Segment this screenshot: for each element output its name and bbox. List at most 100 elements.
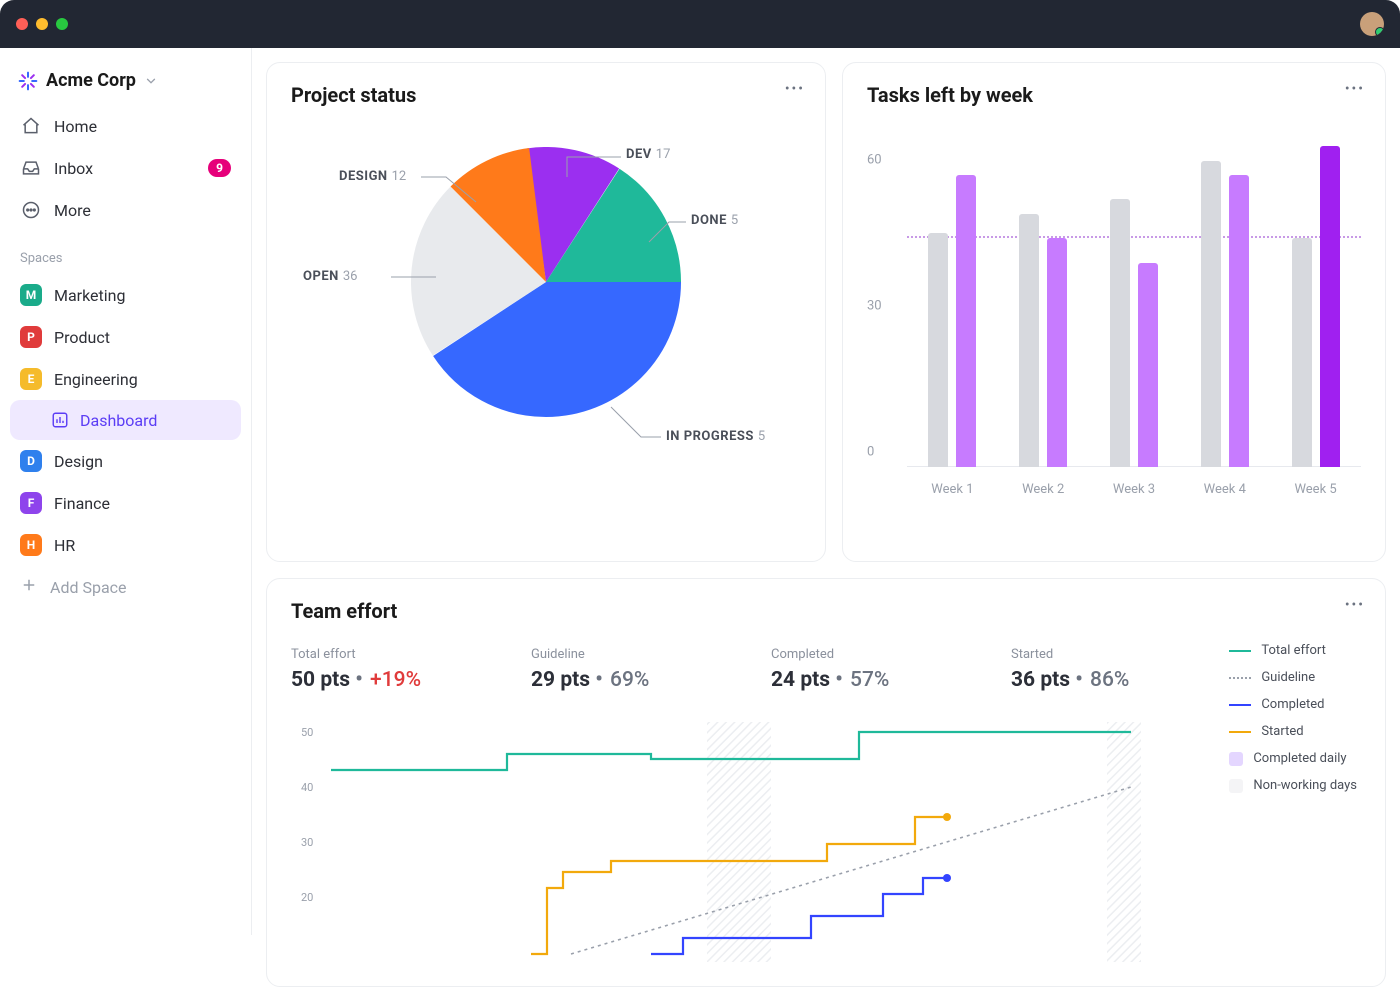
bar-group	[1292, 146, 1340, 467]
dashboard-icon	[50, 410, 70, 430]
pie-leaders	[291, 147, 811, 507]
nav-inbox[interactable]: Inbox 9	[10, 147, 241, 189]
space-label: Engineering	[54, 370, 138, 389]
nav-home-label: Home	[54, 117, 97, 136]
y-tick: 30	[867, 299, 882, 314]
inbox-badge: 9	[208, 159, 231, 177]
space-icon: P	[20, 326, 42, 348]
pie-label-design: DESIGN12	[339, 169, 406, 184]
plus-icon	[20, 576, 38, 598]
dot-started	[943, 813, 951, 821]
card-project-status: Project status ••• DEV	[266, 62, 826, 562]
main-content: Project status ••• DEV	[252, 48, 1400, 935]
pie-label-dev: DEV17	[626, 147, 670, 162]
chevron-down-icon	[144, 74, 158, 88]
more-icon	[20, 199, 42, 221]
bar	[928, 233, 948, 467]
stat-label: Completed	[771, 647, 1011, 662]
bar	[1229, 175, 1249, 467]
space-hr[interactable]: H HR	[10, 524, 241, 566]
x-labels: Week 1 Week 2 Week 3 Week 4 Week 5	[907, 482, 1361, 497]
legend-nonworking: Non-working days	[1229, 778, 1357, 793]
legend-completed: Completed	[1229, 697, 1357, 712]
bar	[1201, 161, 1221, 467]
space-finance[interactable]: F Finance	[10, 482, 241, 524]
line-chart: 50 40 30 20	[301, 722, 1141, 962]
card-more-button[interactable]: •••	[1345, 597, 1365, 613]
card-team-effort: Team effort ••• Total effort 50 pts • +1…	[266, 578, 1386, 987]
nav-home[interactable]: Home	[10, 105, 241, 147]
space-icon: F	[20, 492, 42, 514]
maximize-window-icon[interactable]	[56, 18, 68, 30]
legend-started: Started	[1229, 724, 1357, 739]
stat-value: 24 pts	[771, 668, 830, 692]
stat-started: Started 36 pts • 86%	[1011, 643, 1251, 696]
legend-guideline: Guideline	[1229, 670, 1357, 685]
space-product[interactable]: P Product	[10, 316, 241, 358]
dashboard-label: Dashboard	[80, 411, 157, 430]
stats-row: Total effort 50 pts • +19% Guideline 29 …	[291, 643, 1361, 696]
bar-group	[928, 175, 976, 467]
pie-chart: DEV17 DONE5 IN PROGRESS5 OPEN36 DESIGN12	[291, 147, 801, 417]
y-tick: 20	[301, 891, 313, 904]
workspace-logo-icon	[18, 71, 38, 91]
card-more-button[interactable]: •••	[785, 81, 805, 97]
avatar[interactable]	[1360, 12, 1384, 36]
sidebar: Acme Corp Home Inbox 9 More Spaces M Mar…	[0, 48, 252, 935]
y-tick: 50	[301, 726, 313, 739]
legend-total: Total effort	[1229, 643, 1357, 658]
space-icon: H	[20, 534, 42, 556]
nonworking-band	[1107, 722, 1141, 962]
card-more-button[interactable]: •••	[1345, 81, 1365, 97]
bar	[956, 175, 976, 467]
y-tick: 0	[867, 445, 874, 460]
bar-groups	[907, 127, 1361, 467]
minimize-window-icon[interactable]	[36, 18, 48, 30]
pie-label-open: OPEN36	[303, 269, 357, 284]
stat-value: 29 pts	[531, 668, 590, 692]
sidebar-item-dashboard[interactable]: Dashboard	[10, 400, 241, 440]
workspace-switcher[interactable]: Acme Corp	[10, 60, 241, 105]
y-tick: 40	[301, 781, 313, 794]
stat-pct: 57%	[850, 668, 889, 692]
bar	[1292, 238, 1312, 467]
pie-label-done: DONE5	[691, 213, 738, 228]
stat-pct: 69%	[610, 668, 649, 692]
add-space-button[interactable]: Add Space	[10, 566, 241, 608]
nav-more[interactable]: More	[10, 189, 241, 231]
titlebar	[0, 0, 1400, 48]
pie-label-inprogress: IN PROGRESS5	[666, 429, 765, 444]
stat-value: 36 pts	[1011, 668, 1070, 692]
legend: Total effort Guideline Completed Started…	[1229, 643, 1357, 793]
stat-label: Guideline	[531, 647, 771, 662]
bar	[1019, 214, 1039, 467]
line-completed	[651, 878, 947, 954]
nav-more-label: More	[54, 201, 91, 220]
space-design[interactable]: D Design	[10, 440, 241, 482]
stat-pct: 86%	[1090, 668, 1129, 692]
card-title: Project status	[291, 83, 801, 107]
card-title: Team effort	[291, 599, 1361, 623]
bar-group	[1019, 214, 1067, 467]
y-tick: 30	[301, 836, 313, 849]
space-label: Finance	[54, 494, 110, 513]
x-label: Week 1	[931, 482, 973, 497]
window-controls	[16, 18, 68, 30]
legend-completed-daily: Completed daily	[1229, 751, 1357, 766]
space-marketing[interactable]: M Marketing	[10, 274, 241, 316]
space-engineering[interactable]: E Engineering	[10, 358, 241, 400]
x-label: Week 4	[1204, 482, 1246, 497]
inbox-icon	[20, 157, 42, 179]
card-tasks-left: Tasks left by week ••• 0 30 60 Week 1 We…	[842, 62, 1386, 562]
spaces-section-label: Spaces	[10, 231, 241, 274]
y-tick: 60	[867, 153, 882, 168]
add-space-label: Add Space	[50, 578, 127, 597]
space-label: Marketing	[54, 286, 125, 305]
close-window-icon[interactable]	[16, 18, 28, 30]
line-guideline	[571, 787, 1131, 954]
x-label: Week 3	[1113, 482, 1155, 497]
bar-chart: 0 30 60 Week 1 Week 2 Week 3 Week 4	[867, 127, 1361, 507]
nav-inbox-label: Inbox	[54, 159, 93, 178]
workspace-name: Acme Corp	[46, 70, 136, 91]
space-icon: M	[20, 284, 42, 306]
